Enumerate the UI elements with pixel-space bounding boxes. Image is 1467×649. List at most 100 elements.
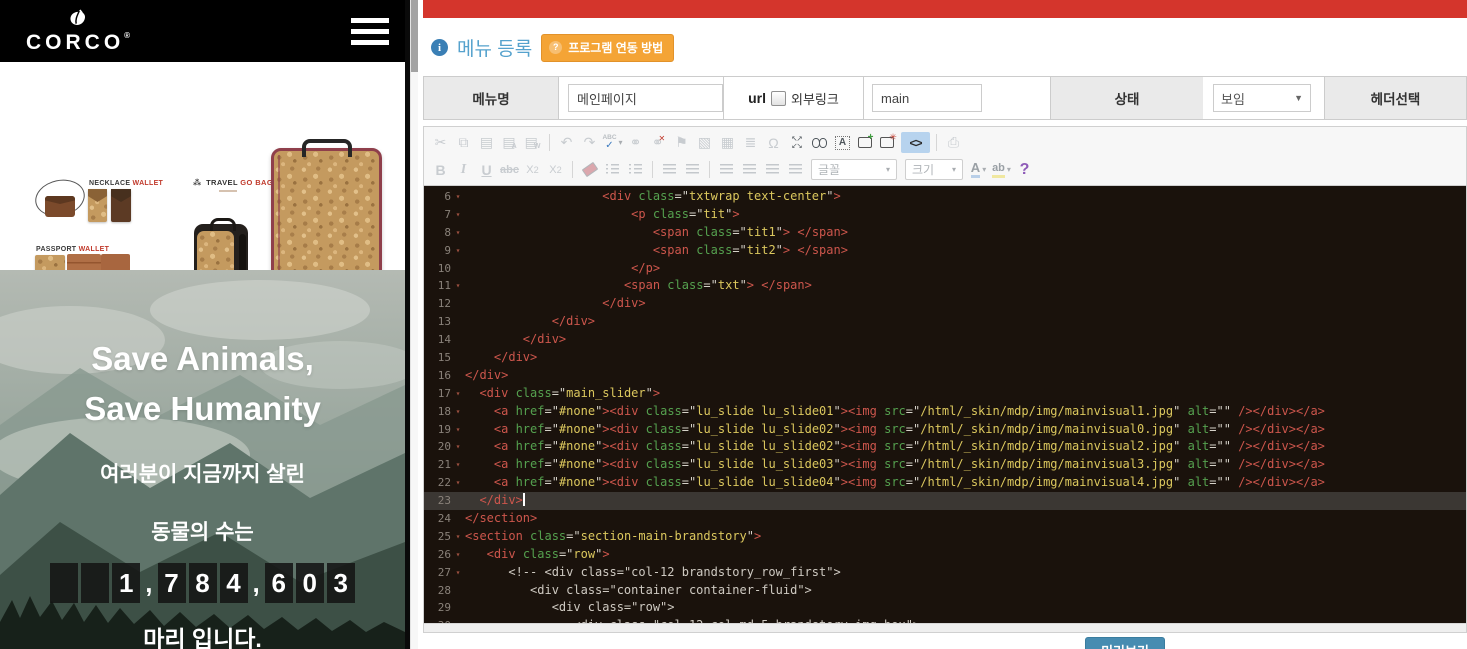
menu-icon[interactable] bbox=[351, 12, 389, 51]
paste-text-icon[interactable]: ▤A bbox=[499, 132, 520, 153]
external-link-checkbox[interactable] bbox=[771, 91, 786, 106]
status-select[interactable]: 보임▼ bbox=[1213, 84, 1311, 112]
code-line-7[interactable]: 7▾<p class="tit"> bbox=[424, 206, 1466, 224]
code-line-12[interactable]: 12</div> bbox=[424, 295, 1466, 313]
site-logo[interactable]: CORCO® bbox=[26, 9, 130, 53]
paste-icon[interactable]: ▤ bbox=[476, 132, 497, 153]
table-icon[interactable]: ▦ bbox=[717, 132, 738, 153]
font-select[interactable]: 글꼴▾ bbox=[811, 159, 897, 180]
fold-arrow-icon[interactable]: ▾ bbox=[451, 224, 465, 242]
select-all-icon[interactable]: A bbox=[832, 132, 853, 153]
code-line-27[interactable]: 27▾<!-- <div class="col-12 brandstory_ro… bbox=[424, 564, 1466, 582]
line-number: 17 bbox=[424, 385, 451, 403]
numbered-list-icon[interactable] bbox=[602, 159, 623, 180]
horizontal-rule-icon[interactable]: ≣ bbox=[740, 132, 761, 153]
source-code-area[interactable]: 6▾<div class="txtwrap text-center">7▾<p … bbox=[424, 186, 1466, 623]
code-line-16[interactable]: 16</div> bbox=[424, 367, 1466, 385]
about-icon[interactable]: ? bbox=[1014, 159, 1035, 180]
find-icon[interactable] bbox=[809, 132, 830, 153]
program-link-help-button[interactable]: ? 프로그램 연동 방법 bbox=[541, 34, 674, 62]
code-line-11[interactable]: 11▾<span class="txt"> </span> bbox=[424, 277, 1466, 295]
fold-arrow-icon[interactable]: ▾ bbox=[451, 438, 465, 456]
status-cell: 보임▼ bbox=[1203, 77, 1325, 119]
spellcheck-icon[interactable]: ABC✓▾ bbox=[602, 132, 623, 153]
counter-digit: 1 bbox=[112, 563, 140, 603]
code-line-15[interactable]: 15</div> bbox=[424, 349, 1466, 367]
maximize-icon[interactable]: ↖↗↙↘ bbox=[786, 132, 807, 153]
paste-word-icon[interactable]: ▤W bbox=[522, 132, 543, 153]
code-line-9[interactable]: 9▾<span class="tit2"> </span> bbox=[424, 242, 1466, 260]
code-line-29[interactable]: 29<div class="row"> bbox=[424, 599, 1466, 617]
code-line-10[interactable]: 10</p> bbox=[424, 260, 1466, 278]
underline-icon[interactable]: U bbox=[476, 159, 497, 180]
fold-arrow-icon[interactable]: ▾ bbox=[451, 385, 465, 403]
counter-digit: 7 bbox=[158, 563, 186, 603]
align-justify-icon[interactable] bbox=[785, 159, 806, 180]
code-line-18[interactable]: 18▾<a href="#none"><div class="lu_slide … bbox=[424, 403, 1466, 421]
fold-arrow-icon[interactable]: ▾ bbox=[451, 277, 465, 295]
code-line-20[interactable]: 20▾<a href="#none"><div class="lu_slide … bbox=[424, 438, 1466, 456]
fold-arrow-icon[interactable]: ▾ bbox=[451, 403, 465, 421]
anchor-icon[interactable]: ⚑ bbox=[671, 132, 692, 153]
copy-icon[interactable]: ⧉ bbox=[453, 132, 474, 153]
fold-arrow-icon[interactable]: ▾ bbox=[451, 564, 465, 582]
code-line-22[interactable]: 22▾<a href="#none"><div class="lu_slide … bbox=[424, 474, 1466, 492]
subscript-icon[interactable]: X2 bbox=[522, 159, 543, 180]
text-cursor bbox=[523, 493, 525, 506]
code-line-17[interactable]: 17▾<div class="main_slider"> bbox=[424, 385, 1466, 403]
remove-comment-icon[interactable]: ✳ bbox=[878, 132, 899, 153]
url-cell: url 외부링크 bbox=[724, 77, 864, 119]
code-line-25[interactable]: 25▾<section class="section-main-brandsto… bbox=[424, 528, 1466, 546]
strike-icon[interactable]: abc bbox=[499, 159, 520, 180]
bulleted-list-icon[interactable] bbox=[625, 159, 646, 180]
image-icon[interactable]: ▧ bbox=[694, 132, 715, 153]
preview-button[interactable]: 미리보기 bbox=[1085, 637, 1165, 649]
text-color-icon[interactable]: A▾ bbox=[968, 159, 989, 180]
add-comment-icon[interactable]: + bbox=[855, 132, 876, 153]
size-select[interactable]: 크기▾ bbox=[905, 159, 963, 180]
unlink-icon[interactable]: ⚭✕ bbox=[648, 132, 669, 153]
fold-arrow-icon[interactable]: ▾ bbox=[451, 474, 465, 492]
cut-icon[interactable]: ✂ bbox=[430, 132, 451, 153]
remove-format-icon[interactable] bbox=[579, 159, 600, 180]
italic-icon[interactable]: I bbox=[453, 159, 474, 180]
url-input[interactable] bbox=[872, 84, 982, 112]
fold-arrow-icon[interactable]: ▾ bbox=[451, 206, 465, 224]
code-line-6[interactable]: 6▾<div class="txtwrap text-center"> bbox=[424, 188, 1466, 206]
superscript-icon[interactable]: X2 bbox=[545, 159, 566, 180]
code-text: <a href="#none"><div class="lu_slide lu_… bbox=[465, 438, 1325, 456]
code-line-19[interactable]: 19▾<a href="#none"><div class="lu_slide … bbox=[424, 421, 1466, 439]
line-number: 20 bbox=[424, 438, 451, 456]
line-number: 18 bbox=[424, 403, 451, 421]
fold-arrow-icon[interactable]: ▾ bbox=[451, 546, 465, 564]
outdent-icon[interactable] bbox=[659, 159, 680, 180]
redo-icon[interactable]: ↷ bbox=[579, 132, 600, 153]
code-line-28[interactable]: 28<div class="container container-fluid"… bbox=[424, 582, 1466, 600]
code-line-26[interactable]: 26▾<div class="row"> bbox=[424, 546, 1466, 564]
menu-name-input[interactable] bbox=[568, 84, 723, 112]
code-line-14[interactable]: 14</div> bbox=[424, 331, 1466, 349]
code-line-21[interactable]: 21▾<a href="#none"><div class="lu_slide … bbox=[424, 456, 1466, 474]
code-line-24[interactable]: 24</section> bbox=[424, 510, 1466, 528]
site-preview-pane: CORCO® NECKLACE WALLET PASSPORT WALLET bbox=[0, 0, 405, 649]
special-char-icon[interactable]: Ω bbox=[763, 132, 784, 153]
fold-arrow-icon[interactable]: ▾ bbox=[451, 456, 465, 474]
align-center-icon[interactable] bbox=[739, 159, 760, 180]
fold-arrow-icon[interactable]: ▾ bbox=[451, 528, 465, 546]
fold-arrow-icon[interactable]: ▾ bbox=[451, 421, 465, 439]
align-left-icon[interactable] bbox=[716, 159, 737, 180]
indent-icon[interactable] bbox=[682, 159, 703, 180]
code-text: <div class="row"> bbox=[465, 599, 675, 617]
bg-color-icon[interactable]: ab▾ bbox=[991, 159, 1012, 180]
undo-icon[interactable]: ↶ bbox=[556, 132, 577, 153]
code-line-8[interactable]: 8▾<span class="tit1"> </span> bbox=[424, 224, 1466, 242]
fold-arrow-icon[interactable]: ▾ bbox=[451, 242, 465, 260]
link-icon[interactable]: ⚭ bbox=[625, 132, 646, 153]
align-right-icon[interactable] bbox=[762, 159, 783, 180]
code-line-13[interactable]: 13</div> bbox=[424, 313, 1466, 331]
fold-arrow-icon[interactable]: ▾ bbox=[451, 188, 465, 206]
source-icon[interactable]: <> bbox=[901, 132, 930, 153]
code-line-23[interactable]: 23</div> bbox=[424, 492, 1466, 510]
bold-icon[interactable]: B bbox=[430, 159, 451, 180]
print-icon[interactable]: ⎙ bbox=[943, 132, 964, 153]
